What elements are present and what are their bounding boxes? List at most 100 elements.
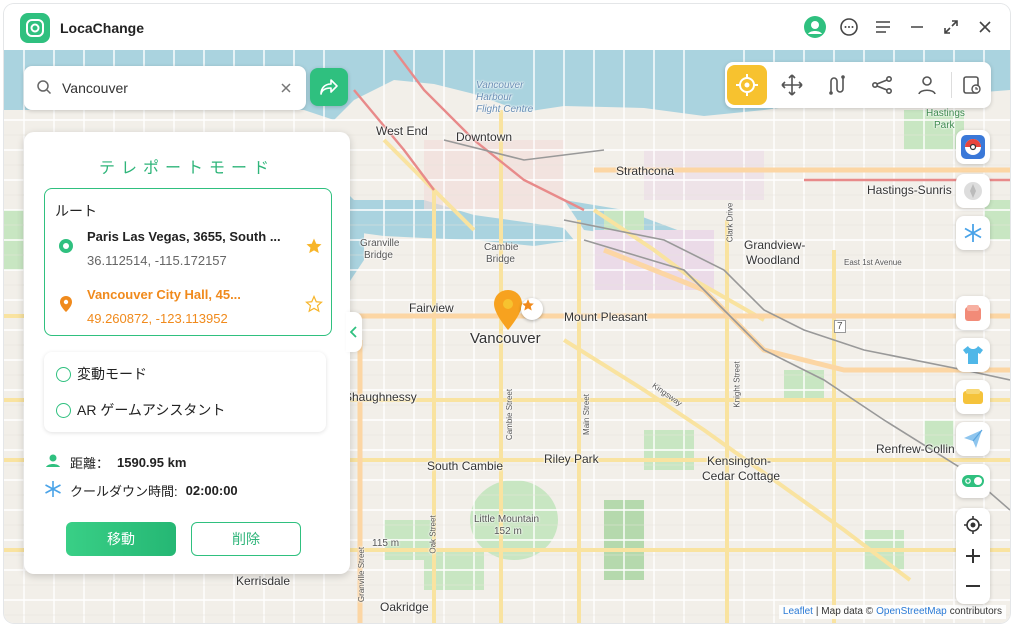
game-mode-button[interactable] bbox=[956, 174, 990, 208]
route-label: ルート bbox=[55, 203, 97, 219]
star-outline-icon[interactable] bbox=[305, 294, 323, 318]
label-mount-pleasant: Mount Pleasant bbox=[564, 310, 648, 324]
menu-icon[interactable] bbox=[870, 14, 896, 40]
share-arrow-icon bbox=[320, 79, 338, 95]
distance-icon bbox=[44, 453, 62, 472]
mode-option-variable[interactable]: 変動モード bbox=[56, 364, 147, 384]
label-granville-1: Granville bbox=[360, 238, 400, 249]
snowflake-icon bbox=[964, 224, 982, 242]
compass-icon bbox=[964, 182, 982, 200]
label-little-mountain-1: Little Mountain bbox=[474, 514, 540, 525]
radio-button[interactable] bbox=[56, 366, 71, 382]
zoom-in-button[interactable] bbox=[956, 541, 990, 571]
ticket-icon bbox=[963, 389, 983, 404]
label-cambie-2: Bridge bbox=[486, 254, 515, 265]
favorite-star-icon[interactable] bbox=[521, 298, 543, 320]
locate-icon bbox=[964, 516, 982, 534]
label-west-end: West End bbox=[376, 124, 428, 138]
maximize-icon[interactable] bbox=[938, 14, 964, 40]
label-harbour-2: Harbour bbox=[476, 92, 513, 103]
start-name: Paris Las Vegas, 3655, South ... bbox=[87, 229, 281, 244]
multi-point-icon bbox=[871, 75, 892, 95]
joystick-mode-button[interactable] bbox=[772, 65, 812, 105]
history-icon bbox=[963, 76, 981, 94]
delete-button[interactable]: 削除 bbox=[191, 522, 301, 556]
multi-spot-mode-button[interactable] bbox=[862, 65, 902, 105]
label-cambie-1: Cambie bbox=[484, 242, 519, 253]
minimize-icon[interactable] bbox=[904, 14, 930, 40]
search-go-button[interactable] bbox=[310, 68, 348, 106]
radio-button[interactable] bbox=[56, 402, 71, 418]
move-button[interactable]: 移動 bbox=[66, 522, 176, 556]
start-point-icon bbox=[57, 237, 75, 260]
label-granville-2: Bridge bbox=[364, 250, 393, 261]
user-mode-button[interactable] bbox=[907, 65, 947, 105]
attribution-contributors: contributors bbox=[949, 606, 1002, 617]
label-granville-st: Granville Street bbox=[357, 546, 367, 603]
history-button[interactable] bbox=[952, 65, 992, 105]
label-east-1st: East 1st Avenue bbox=[844, 258, 902, 267]
mode-option-ar[interactable]: AR ゲームアシスタント bbox=[56, 400, 225, 420]
cooldown-button[interactable] bbox=[956, 216, 990, 250]
label-knight: Knight Street bbox=[732, 361, 742, 408]
label-hastings: Hastings-Sunris bbox=[867, 183, 952, 197]
label-riley-park: Riley Park bbox=[544, 452, 599, 466]
feature-button-2[interactable] bbox=[956, 338, 990, 372]
attribution-text: | Map data © bbox=[815, 606, 874, 617]
leaflet-link[interactable]: Leaflet bbox=[783, 606, 813, 618]
chat-icon[interactable] bbox=[836, 14, 862, 40]
destination-name: Vancouver City Hall, 45... bbox=[87, 287, 241, 302]
label-shaughnessy: Shaughnessy bbox=[344, 390, 417, 404]
osm-link[interactable]: OpenStreetMap bbox=[876, 606, 947, 618]
snowflake-icon bbox=[44, 480, 62, 501]
collapse-panel-button[interactable] bbox=[346, 312, 362, 352]
teleport-mode-button[interactable] bbox=[727, 65, 767, 105]
route-start[interactable]: Paris Las Vegas, 3655, South ... 36.1125… bbox=[55, 229, 325, 273]
map-attribution: Leaflet | Map data © OpenStreetMap contr… bbox=[778, 605, 1006, 619]
route-icon bbox=[829, 75, 845, 95]
label-kensington-2: Cedar Cottage bbox=[702, 469, 781, 483]
label-kensington-1: Kensington- bbox=[707, 454, 772, 468]
label-strathcona: Strathcona bbox=[616, 164, 675, 178]
mode-toolbar bbox=[725, 62, 991, 108]
app-title: LocaChange bbox=[60, 20, 145, 36]
label-fairview: Fairview bbox=[409, 301, 454, 315]
label-kerrisdale: Kerrisdale bbox=[236, 574, 291, 588]
move-arrows-icon bbox=[781, 74, 803, 96]
two-spot-mode-button[interactable] bbox=[817, 65, 857, 105]
minus-icon bbox=[966, 585, 980, 587]
label-oakridge: Oakridge bbox=[380, 600, 429, 614]
label-elev-115: 115 m bbox=[372, 538, 400, 549]
search-input[interactable] bbox=[62, 76, 262, 100]
clear-search-icon[interactable] bbox=[276, 78, 296, 98]
star-filled-icon[interactable] bbox=[305, 237, 323, 260]
locate-me-button[interactable] bbox=[956, 510, 990, 540]
mode-label: 変動モード bbox=[77, 366, 147, 382]
gift-icon bbox=[965, 305, 981, 321]
zoom-out-button[interactable] bbox=[956, 571, 990, 601]
cooldown-row: クールダウン時間: 02:00:00 bbox=[44, 480, 238, 500]
distance-value: 1590.95 km bbox=[117, 454, 187, 470]
person-icon bbox=[918, 76, 936, 95]
label-renfrew: Renfrew-Collin bbox=[876, 442, 955, 456]
route-destination[interactable]: Vancouver City Hall, 45... 49.260872, -1… bbox=[55, 287, 325, 331]
avatar-icon[interactable] bbox=[802, 14, 828, 40]
shirt-icon bbox=[963, 346, 983, 364]
route-box: ルート Paris Las Vegas, 3655, South ... 36.… bbox=[44, 188, 332, 336]
close-icon[interactable] bbox=[972, 14, 998, 40]
distance-label: 距離： bbox=[70, 455, 110, 471]
distance-row: 距離： 1590.95 km bbox=[44, 452, 186, 472]
feature-button-3[interactable] bbox=[956, 380, 990, 414]
map-controls bbox=[956, 508, 990, 604]
feature-button-1[interactable] bbox=[956, 296, 990, 330]
chevron-left-icon bbox=[350, 326, 357, 338]
plus-icon bbox=[966, 549, 980, 563]
app-window: LocaChange West End Downtown Vancouver H… bbox=[4, 4, 1010, 623]
teleport-panel: テレポートモード ルート Paris Las Vegas, 3655, Sout… bbox=[24, 132, 362, 574]
search-icon bbox=[36, 79, 52, 100]
label-hastings-park-1: Hastings bbox=[926, 108, 965, 119]
pokemon-go-button[interactable] bbox=[956, 130, 990, 164]
panel-title: テレポートモード bbox=[98, 160, 275, 177]
toggle-button[interactable] bbox=[956, 464, 990, 498]
feature-button-4[interactable] bbox=[956, 422, 990, 456]
